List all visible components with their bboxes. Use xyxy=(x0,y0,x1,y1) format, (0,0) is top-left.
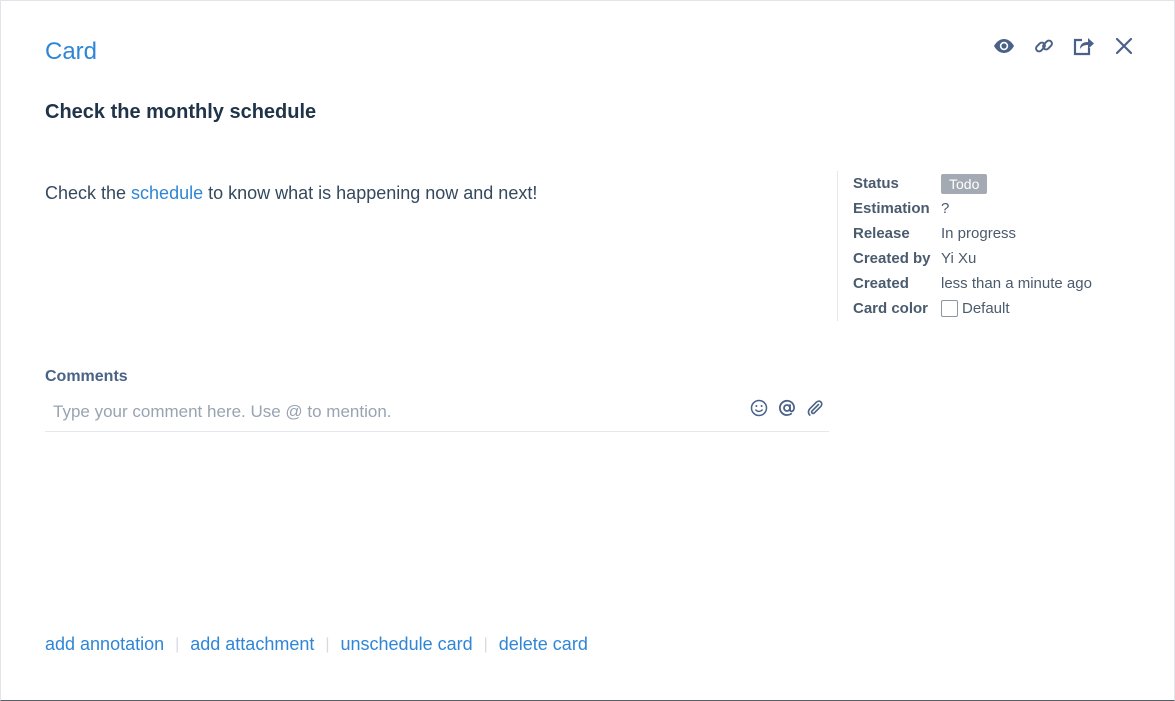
comment-tools xyxy=(749,399,825,422)
created-by-value: Yi Xu xyxy=(941,250,977,267)
mention-button[interactable] xyxy=(777,399,797,422)
card-color-row: Card color Default xyxy=(853,296,1153,321)
unschedule-card-link[interactable]: unschedule card xyxy=(341,634,473,655)
comment-input[interactable] xyxy=(45,395,745,429)
status-row: Status Todo xyxy=(853,171,1153,196)
add-attachment-link[interactable]: add attachment xyxy=(190,634,314,655)
comments-label: Comments xyxy=(45,368,128,385)
schedule-link[interactable]: schedule xyxy=(131,183,203,203)
eye-icon xyxy=(993,38,1015,54)
created-label: Created xyxy=(853,275,909,292)
card-heading[interactable]: Check the monthly schedule xyxy=(45,99,316,125)
mention-icon xyxy=(778,399,796,422)
card-color-label: Card color xyxy=(853,300,929,317)
emoji-button[interactable] xyxy=(749,399,769,422)
comment-composer xyxy=(45,395,829,432)
close-button[interactable] xyxy=(1104,33,1144,59)
header-actions xyxy=(984,33,1144,59)
estimation-label: Estimation xyxy=(853,200,930,217)
release-value[interactable]: In progress xyxy=(941,225,1016,242)
separator: | xyxy=(483,635,488,653)
card-properties: Status Todo Estimation ? Release In prog… xyxy=(837,171,1153,321)
status-badge[interactable]: Todo xyxy=(941,173,988,194)
attach-button[interactable] xyxy=(805,399,825,422)
created-by-label: Created by xyxy=(853,250,931,267)
card-dialog: Card Check the monthly schedule Check th… xyxy=(0,0,1175,701)
created-row: Created less than a minute ago xyxy=(853,271,1153,296)
status-label: Status xyxy=(853,175,899,192)
card-description[interactable]: Check the schedule to know what is happe… xyxy=(45,181,537,205)
add-annotation-link[interactable]: add annotation xyxy=(45,634,164,655)
delete-card-link[interactable]: delete card xyxy=(499,634,588,655)
card-actions: add annotation | add attachment | unsche… xyxy=(45,634,588,655)
separator: | xyxy=(175,635,180,653)
dialog-title: Card xyxy=(45,38,98,65)
card-color-value: Default xyxy=(962,299,1010,317)
emoji-icon xyxy=(750,399,768,422)
description-text-after: to know what is happening now and next! xyxy=(203,183,538,203)
copy-link-button[interactable] xyxy=(1024,33,1064,59)
card-color-picker[interactable]: Default xyxy=(941,300,1010,318)
link-icon xyxy=(1034,36,1054,56)
close-icon xyxy=(1115,37,1133,55)
share-icon xyxy=(1073,36,1095,56)
created-value: less than a minute ago xyxy=(941,275,1092,292)
share-button[interactable] xyxy=(1064,33,1104,59)
release-row: Release In progress xyxy=(853,221,1153,246)
separator: | xyxy=(325,635,330,653)
release-label: Release xyxy=(853,225,910,242)
color-swatch[interactable] xyxy=(941,300,958,318)
estimation-row: Estimation ? xyxy=(853,196,1153,221)
created-by-row: Created by Yi Xu xyxy=(853,246,1153,271)
watch-button[interactable] xyxy=(984,33,1024,59)
attachment-icon xyxy=(806,399,824,422)
description-text-before: Check the xyxy=(45,183,132,203)
estimation-value[interactable]: ? xyxy=(941,200,949,217)
